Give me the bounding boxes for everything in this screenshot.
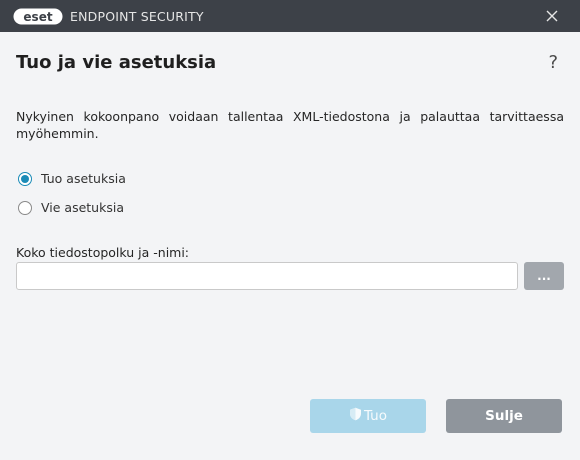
close-button[interactable]: Sulje	[446, 399, 562, 433]
product-name: ENDPOINT SECURITY	[70, 8, 204, 24]
radio-export-settings[interactable]: Vie asetuksia	[18, 200, 124, 215]
radio-label: Tuo asetuksia	[41, 171, 126, 186]
shield-icon	[349, 407, 364, 425]
radio-button[interactable]	[18, 200, 32, 215]
eset-logo: eset	[13, 8, 63, 25]
radio-label: Vie asetuksia	[41, 200, 124, 215]
file-path-input[interactable]	[16, 262, 518, 290]
help-icon[interactable]: ?	[548, 52, 558, 73]
description-text: Nykyinen kokoonpano voidaan tallentaa XM…	[16, 109, 564, 141]
radio-import-settings[interactable]: Tuo asetuksia	[18, 171, 126, 186]
radio-button-checked[interactable]	[18, 171, 32, 186]
title-bar: eset ENDPOINT SECURITY	[0, 0, 580, 32]
file-path-label: Koko tiedostopolku ja -nimi:	[16, 245, 190, 260]
close-icon[interactable]	[544, 8, 560, 24]
svg-text:eset: eset	[23, 10, 52, 24]
browse-button[interactable]: ...	[524, 262, 564, 290]
import-button-label: Tuo	[363, 408, 387, 424]
page-title: Tuo ja vie asetuksia	[16, 52, 217, 73]
import-button[interactable]: Tuo	[310, 399, 426, 433]
